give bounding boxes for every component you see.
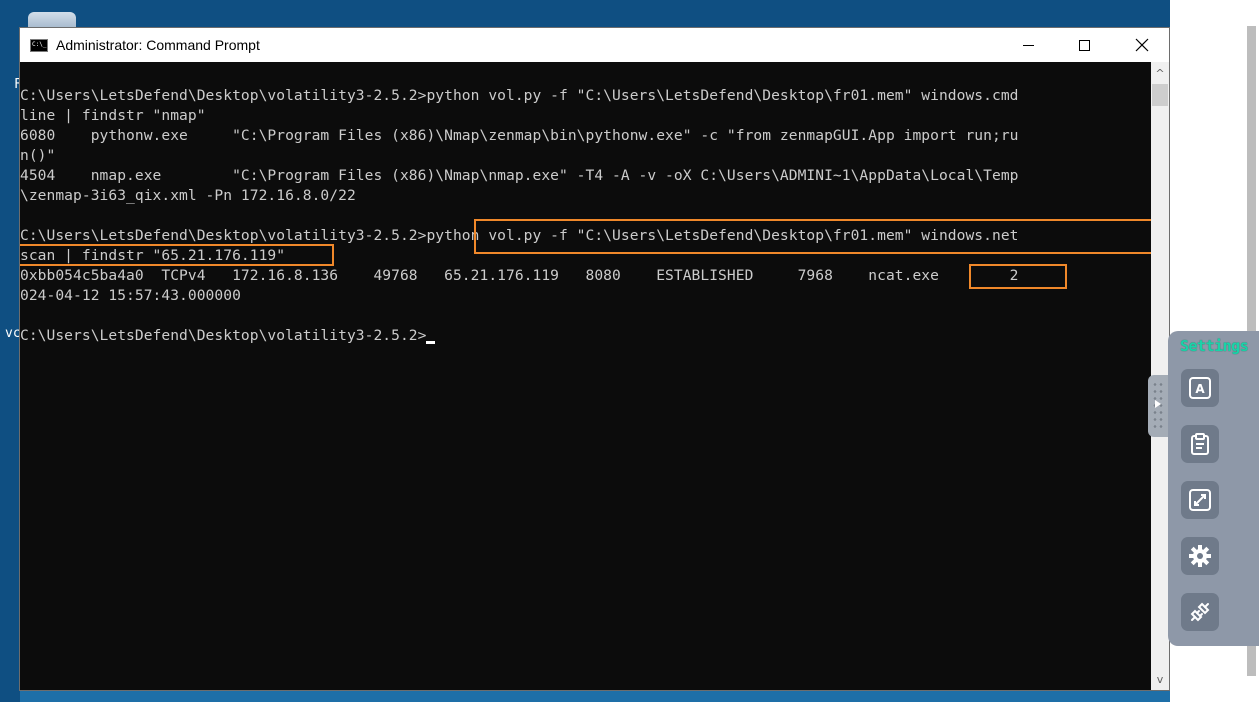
keyboard-button[interactable]: A bbox=[1181, 369, 1219, 407]
font-a-icon: A bbox=[1189, 377, 1211, 399]
prompt-line: C:\Users\LetsDefend\Desktop\volatility3-… bbox=[20, 326, 436, 346]
highlight-findstr bbox=[20, 244, 334, 266]
desktop-background-left bbox=[0, 0, 20, 702]
desktop-background-top bbox=[0, 0, 1259, 28]
clipboard-button[interactable] bbox=[1181, 425, 1219, 463]
scrollbar-thumb[interactable] bbox=[1152, 84, 1168, 106]
console-line: 4504 nmap.exe "C:\Program Files (x86)\Nm… bbox=[20, 167, 1019, 184]
console-line: 024-04-12 15:57:43.000000 bbox=[20, 287, 241, 304]
close-icon bbox=[1135, 38, 1149, 52]
console-line: n()" bbox=[20, 147, 56, 164]
close-button[interactable] bbox=[1119, 28, 1165, 62]
cmd-app-icon[interactable] bbox=[30, 38, 48, 52]
resize-button[interactable] bbox=[1181, 481, 1219, 519]
maximize-icon bbox=[1078, 39, 1090, 51]
console-line: 6080 pythonw.exe "C:\Program Files (x86)… bbox=[20, 127, 1019, 144]
maximize-button[interactable] bbox=[1061, 28, 1107, 62]
settings-title: Settings bbox=[1180, 337, 1249, 355]
text-cursor bbox=[426, 341, 436, 344]
settings-panel-handle[interactable] bbox=[1148, 375, 1168, 437]
desktop-icon[interactable] bbox=[28, 12, 76, 28]
console-line: C:\Users\LetsDefend\Desktop\volatility3-… bbox=[20, 87, 1019, 104]
minimize-button[interactable] bbox=[1005, 28, 1051, 62]
disconnect-button[interactable] bbox=[1181, 593, 1219, 631]
scroll-down-arrow-icon[interactable]: v bbox=[1151, 670, 1169, 688]
title-bar[interactable]: Administrator: Command Prompt bbox=[20, 28, 1169, 62]
window-title: Administrator: Command Prompt bbox=[56, 37, 260, 53]
prompt-text: C:\Users\LetsDefend\Desktop\volatility3-… bbox=[20, 327, 427, 344]
disconnect-icon bbox=[1190, 602, 1210, 622]
console-line: 0xbb054c5ba4a0 TCPv4 172.16.8.136 49768 … bbox=[20, 267, 1019, 284]
highlight-command bbox=[474, 219, 1151, 254]
highlight-process-name bbox=[969, 264, 1067, 289]
minimize-icon bbox=[1022, 44, 1034, 46]
console-line: \zenmap-3i63_qix.xml -Pn 172.16.8.0/22 bbox=[20, 187, 356, 204]
clipboard-icon bbox=[1191, 433, 1209, 455]
settings-panel: Settings A bbox=[1168, 331, 1259, 646]
console-output[interactable]: C:\Users\LetsDefend\Desktop\volatility3-… bbox=[20, 62, 1151, 690]
command-prompt-window: Administrator: Command Prompt C:\Users\L… bbox=[19, 27, 1170, 691]
resize-icon bbox=[1189, 489, 1211, 511]
scroll-up-arrow-icon[interactable]: ^ bbox=[1151, 64, 1169, 82]
svg-text:A: A bbox=[1195, 382, 1205, 396]
expand-arrow-icon bbox=[1155, 400, 1161, 408]
console-line: line | findstr "nmap" bbox=[20, 107, 206, 124]
gear-icon bbox=[1189, 545, 1211, 567]
settings-button[interactable] bbox=[1181, 537, 1219, 575]
